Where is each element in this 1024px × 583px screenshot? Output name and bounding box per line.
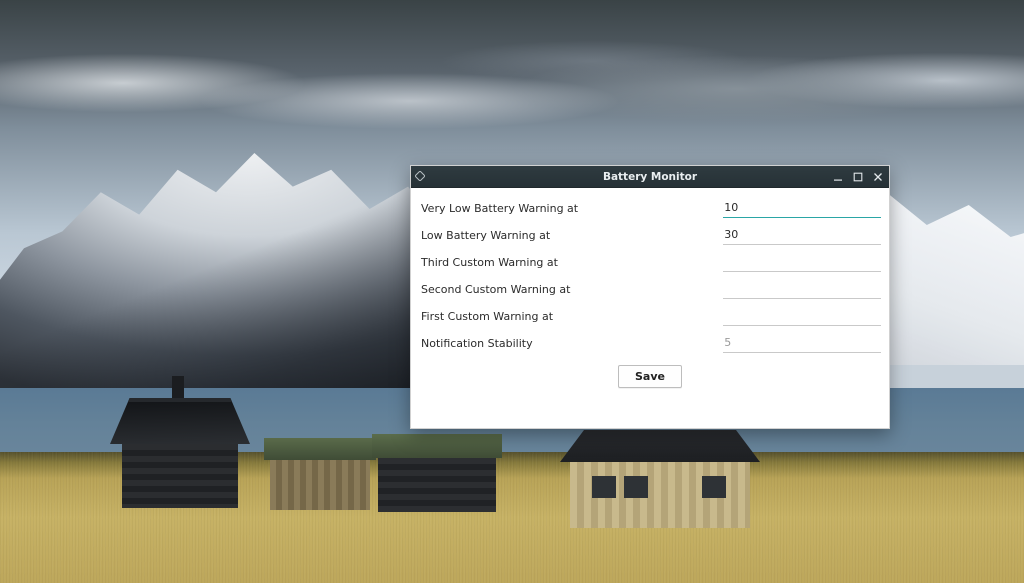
maximize-button[interactable]	[851, 170, 865, 184]
app-window: Battery Monitor Very Low Battery Warning…	[410, 165, 890, 429]
close-button[interactable]	[871, 170, 885, 184]
very-low-battery-input[interactable]	[723, 199, 881, 218]
setting-row: First Custom Warning at	[421, 304, 879, 328]
low-battery-input[interactable]	[723, 226, 881, 245]
second-custom-input[interactable]	[723, 280, 881, 299]
setting-label: Third Custom Warning at	[421, 256, 723, 269]
save-button[interactable]: Save	[618, 365, 682, 388]
setting-row: Notification Stability	[421, 331, 879, 355]
setting-label: Low Battery Warning at	[421, 229, 723, 242]
window-body: Very Low Battery Warning at Low Battery …	[411, 188, 889, 428]
setting-row: Third Custom Warning at	[421, 250, 879, 274]
third-custom-input[interactable]	[723, 253, 881, 272]
window-menu-icon[interactable]	[413, 169, 427, 183]
setting-label: Second Custom Warning at	[421, 283, 723, 296]
minimize-button[interactable]	[831, 170, 845, 184]
setting-label: Notification Stability	[421, 337, 723, 350]
setting-row: Second Custom Warning at	[421, 277, 879, 301]
setting-label: Very Low Battery Warning at	[421, 202, 723, 215]
setting-label: First Custom Warning at	[421, 310, 723, 323]
window-title: Battery Monitor	[411, 171, 889, 183]
notification-stability-input[interactable]	[723, 334, 881, 353]
setting-row: Very Low Battery Warning at	[421, 196, 879, 220]
first-custom-input[interactable]	[723, 307, 881, 326]
title-bar[interactable]: Battery Monitor	[411, 166, 889, 188]
setting-row: Low Battery Warning at	[421, 223, 879, 247]
